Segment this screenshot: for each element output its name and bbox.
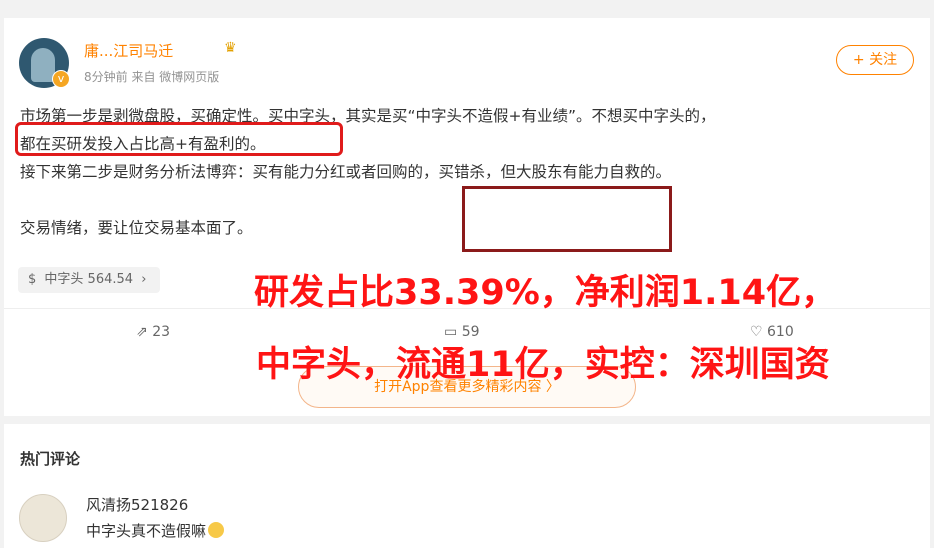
overlay-annotation: 中字头，流通11亿，实控：深圳国资 [256, 345, 830, 385]
highlight-box [15, 122, 343, 156]
stock-symbol-icon: $ [28, 272, 37, 287]
section-title: 热门评论 [20, 450, 81, 468]
stock-tag[interactable]: $ 中字头 564.54 › [18, 267, 161, 293]
post-text-line: 接下来第二步是财务分析法博弈：买有能力分红或者回购的，买错杀，但大股东有能力自救… [20, 163, 672, 181]
repost-icon: ⇗ [136, 324, 148, 340]
overlay-annotation: 研发占比33.39%，净利润1.14亿， [254, 273, 837, 313]
repost-count: 23 [152, 324, 171, 340]
repost-button[interactable]: ⇗ 23 [136, 324, 170, 340]
comment-body: 中字头真不造假嘛 [86, 522, 207, 540]
avatar[interactable] [19, 494, 67, 542]
post-text-line: 交易情绪，要让位交易基本面了。 [20, 219, 253, 237]
comment-username[interactable]: 风清扬521826 [86, 494, 188, 515]
stock-tag-label: 中字头 564.54 [44, 272, 134, 287]
emoji-icon [208, 522, 225, 538]
redaction-box [462, 186, 672, 252]
hot-comments-section: 热门评论 风清扬521826 中字头真不造假嘛 [4, 424, 930, 548]
crown-icon: ♛ [224, 40, 237, 56]
chevron-right-icon: › [141, 272, 147, 287]
post-meta: 8分钟前 来自 微博网页版 [84, 70, 220, 84]
follow-button[interactable]: + 关注 [836, 45, 914, 75]
verified-badge-icon: v [52, 70, 70, 88]
comment-text: 中字头真不造假嘛 [86, 520, 225, 541]
username[interactable]: 庸...江司马迁 [84, 40, 173, 61]
